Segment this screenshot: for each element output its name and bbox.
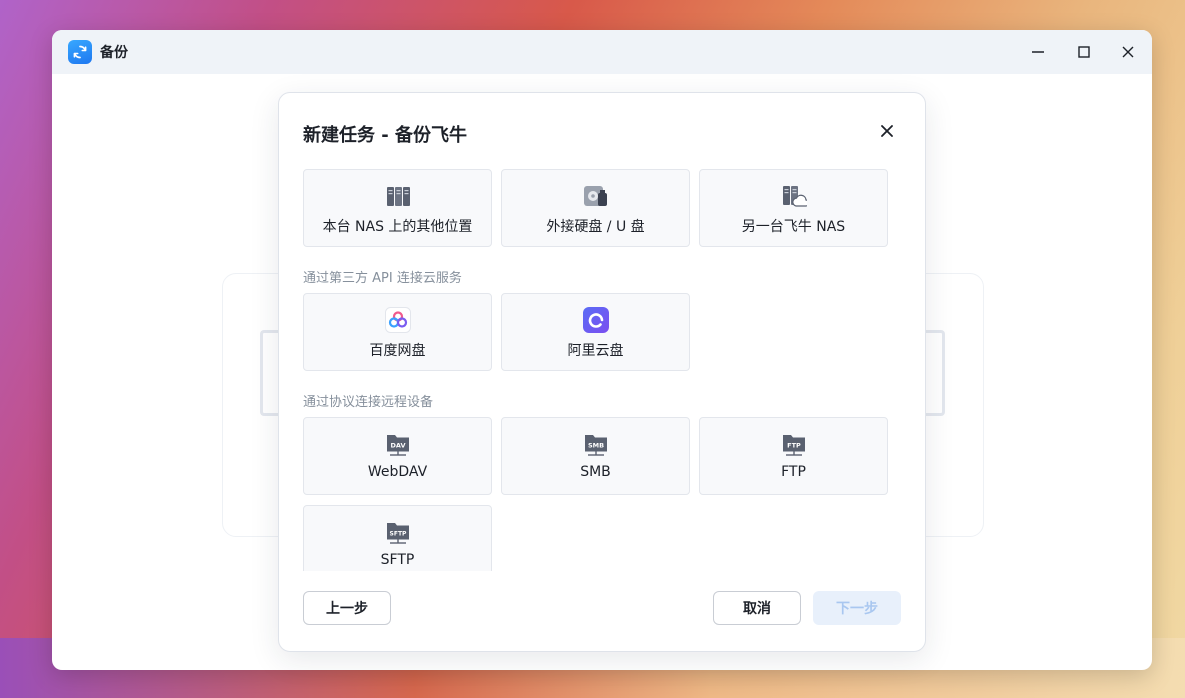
protocol-section-label: 通过协议连接远程设备 (303, 395, 434, 410)
cloud-section-label: 通过第三方 API 连接云服务 (303, 271, 462, 286)
close-icon (881, 125, 893, 137)
minimize-icon (1032, 51, 1044, 53)
next-step-button[interactable]: 下一步 (813, 591, 901, 625)
option-another-nas[interactable]: 另一台飞牛 NAS (699, 169, 888, 247)
smb-folder-icon: SMB (583, 431, 609, 457)
option-label: 另一台飞牛 NAS (741, 219, 846, 235)
option-local-nas[interactable]: 本台 NAS 上的其他位置 (303, 169, 492, 247)
folder-badge-text: DAV (390, 442, 405, 450)
protocol-options-row: DAV WebDAV SMB SMB FTP FTP (303, 417, 888, 495)
option-external-drive[interactable]: 外接硬盘 / U 盘 (501, 169, 690, 247)
maximize-button[interactable] (1072, 40, 1096, 64)
maximize-icon (1078, 46, 1090, 58)
folder-badge-text: SFTP (389, 531, 407, 538)
aliyun-drive-icon (582, 307, 609, 333)
protocol-options-row-2: SFTP SFTP (303, 505, 492, 571)
new-task-dialog: 新建任务 - 备份飞牛 本台 NAS 上的其他位置 外接硬盘 / U 盘 另一台… (278, 92, 926, 652)
option-ftp[interactable]: FTP FTP (699, 417, 888, 495)
ftp-folder-icon: FTP (781, 431, 807, 457)
dialog-close-button[interactable] (877, 121, 897, 141)
option-label: WebDAV (367, 464, 428, 480)
option-label: SMB (580, 464, 611, 480)
cloud-options-row: 百度网盘 阿里云盘 (303, 293, 690, 371)
cancel-button[interactable]: 取消 (713, 591, 801, 625)
destination-options: 本台 NAS 上的其他位置 外接硬盘 / U 盘 另一台飞牛 NAS 通过第三方… (303, 169, 903, 571)
folder-badge-text: SMB (587, 442, 603, 450)
backup-sync-icon (68, 40, 92, 64)
webdav-folder-icon: DAV (385, 431, 411, 457)
option-smb[interactable]: SMB SMB (501, 417, 690, 495)
option-sftp[interactable]: SFTP SFTP (303, 505, 492, 571)
server-cloud-icon (781, 183, 807, 209)
close-icon (1122, 46, 1134, 58)
minimize-button[interactable] (1026, 40, 1050, 64)
dialog-title: 新建任务 - 备份飞牛 (303, 125, 468, 146)
option-webdav[interactable]: DAV WebDAV (303, 417, 492, 495)
sftp-folder-icon: SFTP (385, 519, 411, 545)
window-title: 备份 (100, 45, 128, 61)
server-rack-icon (385, 183, 411, 209)
window-close-button[interactable] (1116, 40, 1140, 64)
option-label: SFTP (380, 552, 415, 568)
option-aliyun-drive[interactable]: 阿里云盘 (501, 293, 690, 371)
option-baidu-netdisk[interactable]: 百度网盘 (303, 293, 492, 371)
external-drive-icon (583, 183, 609, 209)
title-bar: 备份 (52, 30, 1152, 74)
folder-badge-text: FTP (787, 442, 801, 450)
option-label: 百度网盘 (369, 343, 426, 359)
option-label: FTP (781, 464, 806, 480)
previous-step-button[interactable]: 上一步 (303, 591, 391, 625)
baidu-netdisk-icon (384, 307, 411, 333)
option-label: 阿里云盘 (567, 343, 624, 359)
local-options-row: 本台 NAS 上的其他位置 外接硬盘 / U 盘 另一台飞牛 NAS (303, 169, 888, 247)
option-label: 本台 NAS 上的其他位置 (322, 219, 473, 235)
option-label: 外接硬盘 / U 盘 (546, 219, 645, 235)
